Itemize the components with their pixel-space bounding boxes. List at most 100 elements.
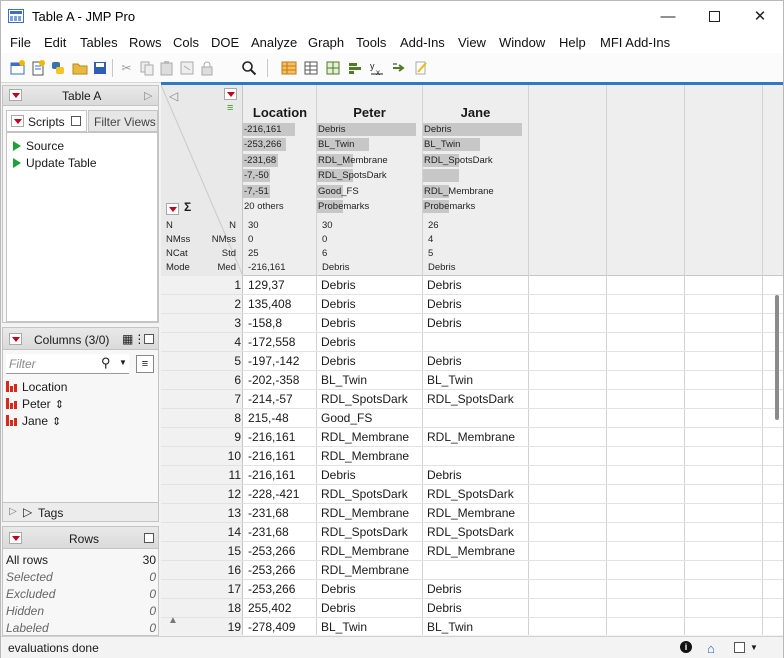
table-row[interactable]: 7 -214,-57 RDL_SpotsDark RDL_SpotsDark	[161, 390, 783, 409]
columns-checkbox-icon[interactable]	[144, 334, 154, 344]
table-row[interactable]: 10 -216,161 RDL_Membrane	[161, 447, 783, 466]
menu-add-ins[interactable]: Add-Ins	[400, 35, 445, 50]
table-cell[interactable]: -231,68	[248, 525, 289, 539]
table-cell[interactable]: RDL_SpotsDark	[427, 392, 514, 406]
table-cell[interactable]: RDL_SpotsDark	[321, 525, 408, 539]
summary-red-triangle-icon[interactable]	[166, 203, 179, 215]
menu-rows[interactable]: Rows	[129, 35, 162, 50]
maximize-button[interactable]	[691, 1, 737, 31]
table-cell[interactable]: RDL_Membrane	[321, 544, 409, 558]
vertical-scrollbar[interactable]	[775, 295, 779, 420]
cut-icon[interactable]: ✂	[118, 59, 135, 76]
menu-file[interactable]: File	[10, 35, 31, 50]
table-cell[interactable]: RDL_SpotsDark	[427, 525, 514, 539]
row-number[interactable]: 15	[161, 544, 241, 558]
menu-doe[interactable]: DOE	[211, 35, 239, 50]
table-cell[interactable]: RDL_SpotsDark	[321, 392, 408, 406]
table-row[interactable]: 4 -172,558 Debris	[161, 333, 783, 352]
table-row[interactable]: 1 129,37 Debris Debris	[161, 276, 783, 295]
new-table-icon[interactable]	[9, 59, 26, 76]
table-cell[interactable]: -216,161	[248, 468, 295, 482]
table-cell[interactable]: Debris	[427, 354, 462, 368]
table-cell[interactable]: RDL_Membrane	[321, 430, 409, 444]
expand-arrow-icon[interactable]: ▷	[9, 506, 17, 517]
select-all-arrow-icon[interactable]: ◁	[169, 89, 178, 103]
table-cell[interactable]: -216,161	[248, 449, 295, 463]
close-button[interactable]: ✕	[737, 1, 783, 31]
table-cell[interactable]: RDL_Membrane	[321, 506, 409, 520]
table-cell[interactable]: 129,37	[248, 278, 285, 292]
row-number[interactable]: 5	[161, 354, 241, 368]
row-number[interactable]: 10	[161, 449, 241, 463]
script-source[interactable]: Source	[13, 139, 64, 153]
menu-mfi-add-ins[interactable]: MFI Add-Ins	[600, 35, 670, 50]
scripts-checkbox-icon[interactable]	[71, 116, 81, 126]
row-number[interactable]: 6	[161, 373, 241, 387]
column-header-jane[interactable]: Jane	[423, 105, 528, 120]
table-row[interactable]: 11 -216,161 Debris Debris	[161, 466, 783, 485]
chevron-down-icon[interactable]: ▼	[750, 643, 758, 652]
row-number[interactable]: 8	[161, 411, 241, 425]
frequency-bar[interactable]	[423, 169, 459, 183]
table-red-triangle-icon[interactable]	[9, 89, 22, 101]
chevron-down-icon[interactable]: ▼	[119, 358, 127, 367]
menu-analyze[interactable]: Analyze	[251, 35, 297, 50]
script-update-table[interactable]: Update Table	[13, 156, 97, 170]
table-cell[interactable]: -158,8	[248, 316, 282, 330]
table-cell[interactable]: Debris	[427, 316, 462, 330]
table-cell[interactable]: -202,-358	[248, 373, 299, 387]
table-row[interactable]: 15 -253,266 RDL_Membrane RDL_Membrane	[161, 542, 783, 561]
table-row[interactable]: 9 -216,161 RDL_Membrane RDL_Membrane	[161, 428, 783, 447]
paste-special-icon[interactable]	[178, 59, 195, 76]
table-cell[interactable]: -172,558	[248, 335, 295, 349]
table-cell[interactable]: Debris	[427, 278, 462, 292]
lock-icon[interactable]	[198, 59, 215, 76]
table-cell[interactable]: RDL_Membrane	[321, 449, 409, 463]
table-cell[interactable]: -214,-57	[248, 392, 293, 406]
tab-filter-views[interactable]: Filter Views	[88, 110, 158, 132]
scripts-red-triangle-icon[interactable]	[11, 115, 24, 127]
info-icon[interactable]: i	[680, 641, 692, 653]
search-icon[interactable]: ⚲	[101, 355, 111, 371]
column-filter-input[interactable]: Filter ⚲ ▼	[6, 354, 129, 374]
table-cell[interactable]: -253,266	[248, 563, 295, 577]
table-cell[interactable]: -278,409	[248, 620, 295, 634]
table-cell[interactable]: 215,-48	[248, 411, 289, 425]
table-row[interactable]: 5 -197,-142 Debris Debris	[161, 352, 783, 371]
column-item-peter[interactable]: Peter ⇕	[6, 397, 64, 411]
tabulate-icon[interactable]	[302, 59, 319, 76]
search-icon[interactable]	[240, 59, 257, 76]
table-cell[interactable]: Debris	[321, 601, 356, 615]
fit-model-icon[interactable]	[390, 59, 407, 76]
table-cell[interactable]: 135,408	[248, 297, 291, 311]
python-icon[interactable]	[49, 59, 66, 76]
rows-checkbox-icon[interactable]	[144, 533, 154, 543]
table-row[interactable]: 19 -278,409 BL_Twin BL_Twin	[161, 618, 783, 635]
row-number[interactable]: 12	[161, 487, 241, 501]
save-icon[interactable]	[91, 59, 108, 76]
table-row[interactable]: 18 255,402 Debris Debris	[161, 599, 783, 618]
distribution-icon[interactable]	[346, 59, 363, 76]
table-row[interactable]: 12 -228,-421 RDL_SpotsDark RDL_SpotsDark	[161, 485, 783, 504]
row-number[interactable]: 3	[161, 316, 241, 330]
table-row[interactable]: 3 -158,8 Debris Debris	[161, 314, 783, 333]
summary-icon[interactable]	[324, 59, 341, 76]
table-cell[interactable]: Good_FS	[321, 411, 372, 425]
menu-tools[interactable]: Tools	[356, 35, 386, 50]
table-cell[interactable]: RDL_Membrane	[427, 506, 515, 520]
graph-builder-icon[interactable]	[412, 59, 429, 76]
table-cell[interactable]: 255,402	[248, 601, 291, 615]
row-number[interactable]: 16	[161, 563, 241, 577]
table-row[interactable]: 8 215,-48 Good_FS	[161, 409, 783, 428]
table-cell[interactable]: Debris	[321, 468, 356, 482]
home-icon[interactable]: ⌂	[707, 641, 715, 656]
new-script-icon[interactable]	[29, 59, 46, 76]
column-item-jane[interactable]: Jane ⇕	[6, 414, 61, 428]
table-cell[interactable]: BL_Twin	[427, 373, 473, 387]
tags-section[interactable]: ▷ ▷ Tags	[3, 502, 158, 521]
column-header-peter[interactable]: Peter	[317, 105, 422, 120]
table-row[interactable]: 13 -231,68 RDL_Membrane RDL_Membrane	[161, 504, 783, 523]
menu-tables[interactable]: Tables	[80, 35, 118, 50]
table-cell[interactable]: Debris	[427, 582, 462, 596]
table-cell[interactable]: Debris	[321, 316, 356, 330]
